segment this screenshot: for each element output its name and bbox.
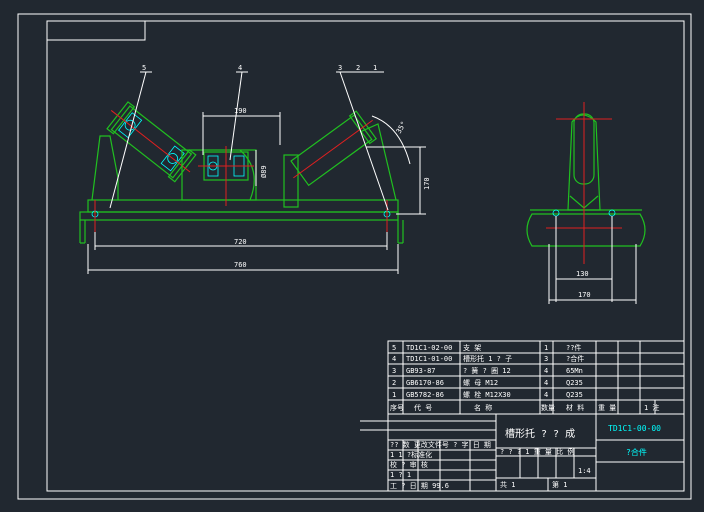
outer-frame xyxy=(17,13,692,500)
bom-cell-qty: 3 xyxy=(544,355,548,363)
bom-cell-no: 1 xyxy=(392,391,396,399)
dim-170-height: 170 xyxy=(423,177,431,190)
bom-header-no: 序号 xyxy=(390,403,404,412)
dim-760: 760 xyxy=(234,261,247,269)
dim-170-width: 170 xyxy=(578,291,591,299)
sheet-total: 共 1 xyxy=(500,480,515,489)
part-name: 槽形托 ? ? 成 xyxy=(505,427,575,440)
support-base xyxy=(87,199,399,213)
bom-cell-code: TD1C1-02-00 xyxy=(406,344,452,352)
bom-header-weight: 重 量 xyxy=(598,404,616,412)
side-view: 130 170 xyxy=(526,102,646,304)
bom-cell-code: GB5782-86 xyxy=(406,391,444,399)
bom-cell-name: 槽形托 1 ? 子 xyxy=(463,354,512,363)
bom-cell-name: 螺 栓 M12X30 xyxy=(463,390,511,399)
bom-cell-qty: 4 xyxy=(544,367,548,375)
bom-cell-material: Q235 xyxy=(566,379,583,387)
dim-130: 130 xyxy=(576,270,589,278)
bom-header-name: 名 称 xyxy=(474,403,492,412)
bom-cell-material: ??件 xyxy=(566,343,581,352)
sheet-current: 第 1 xyxy=(552,480,567,489)
bom-cell-qty: 4 xyxy=(544,379,548,387)
corner-tag-box xyxy=(46,20,146,41)
bom-cell-qty: 4 xyxy=(544,391,548,399)
bom-header-qty: 数量 xyxy=(541,403,555,412)
tb-row-2: 校 ? 审 核 xyxy=(390,460,428,469)
base-beam xyxy=(79,211,399,221)
bom-header-material: 材 料 xyxy=(566,403,584,412)
bom-cell-no: 2 xyxy=(392,379,396,387)
bom-header-code: 代 号 xyxy=(414,403,432,412)
tb-row-1: 1 1 ?标准化 xyxy=(390,450,432,459)
balloon-4: 4 xyxy=(238,64,242,72)
bom-cell-code: GB93-87 xyxy=(406,367,436,375)
right-post xyxy=(283,154,299,208)
bom-cell-material: ?合件 xyxy=(566,354,584,363)
drawing-number: TD1C1-00-00 xyxy=(608,424,661,433)
tb-row-4: 工 ? 日 期 99.6 xyxy=(390,482,449,490)
bom-cell-name: ? 簧 ? 圈 12 xyxy=(463,366,511,375)
right-bracket xyxy=(359,123,397,201)
bom-cell-name: 支 架 xyxy=(463,343,481,352)
cad-drawing: 190 Ø89 170 35° 720 760 5 4 3 2 1 130 17… xyxy=(17,13,692,500)
bom-cell-no: 3 xyxy=(392,367,396,375)
bom-header-note: 1 注 xyxy=(644,403,659,412)
left-bracket xyxy=(91,135,119,201)
bom-cell-name: 螺 母 M12 xyxy=(463,378,498,387)
bom-cell-code: GB6170-86 xyxy=(406,379,444,387)
bom-cell-no: 5 xyxy=(392,344,396,352)
bom-cell-no: 4 xyxy=(392,355,396,363)
stage-header: ? ? ? 1 重 量 比 例 xyxy=(500,447,574,456)
tb-row-0: ?? 数 更改文件号 ? 字 日 期 xyxy=(390,440,491,449)
balloon-5: 5 xyxy=(142,64,146,72)
balloon-3: 3 xyxy=(338,64,342,72)
tb-row-3: 1 ? 1 xyxy=(390,471,411,479)
bom-cell-material: Q235 xyxy=(566,391,583,399)
dim-35-deg: 35° xyxy=(395,120,408,135)
side-base xyxy=(526,213,646,247)
balloon-1: 1 xyxy=(373,64,377,72)
dim-720: 720 xyxy=(234,238,247,246)
dim-89: Ø89 xyxy=(260,165,268,178)
assembly-type: ?合件 xyxy=(626,447,647,457)
bom-cell-code: TD1C1-01-00 xyxy=(406,355,452,363)
front-view xyxy=(79,101,404,244)
left-roller xyxy=(106,101,197,183)
scale: 1:4 xyxy=(578,467,591,475)
bom-cell-qty: 1 xyxy=(544,344,548,352)
balloon-2: 2 xyxy=(356,64,360,72)
part-balloons: 5 4 3 2 1 xyxy=(109,64,389,211)
bom-cell-material: 65Mn xyxy=(566,367,583,375)
